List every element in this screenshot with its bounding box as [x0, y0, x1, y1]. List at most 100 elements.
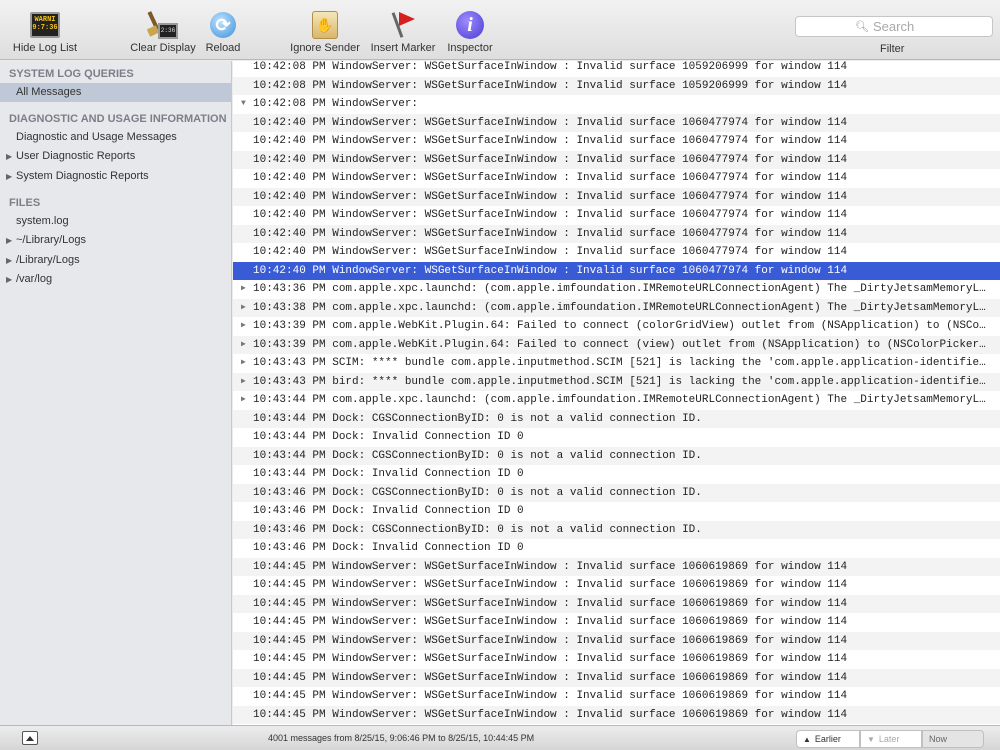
log-row[interactable]: ▼ 10:42:08 PM WindowServer: — [233, 95, 1000, 114]
log-row-text: 10:44:45 PM WindowServer: WSGetSurfaceIn… — [253, 579, 848, 591]
log-row[interactable]: 10:43:44 PM Dock: CGSConnectionByID: 0 i… — [233, 409, 1000, 428]
log-row-text: 10:42:08 PM WindowServer: — [253, 98, 419, 110]
log-row[interactable]: ▶ 10:43:36 PM com.apple.xpc.launchd: (com… — [233, 280, 1000, 299]
diagnostic-header: DIAGNOSTIC AND USAGE INFORMATION — [9, 113, 227, 125]
log-row[interactable]: 10:43:46 PM Dock: Invalid Connection ID … — [233, 502, 1000, 521]
log-row[interactable]: 10:42:40 PM WindowServer: WSGetSurfaceIn… — [233, 169, 1000, 188]
sidebar-item-diagnostic-messages[interactable]: Diagnostic and Usage Messages — [0, 128, 231, 147]
disclosure-closed-icon[interactable]: ▶ — [241, 317, 246, 336]
log-row[interactable]: 10:43:44 PM Dock: CGSConnectionByID: 0 i… — [233, 446, 1000, 465]
log-row[interactable]: 10:43:44 PM Dock: Invalid Connection ID … — [233, 428, 1000, 447]
earlier-label: Earlier — [814, 734, 841, 744]
log-row[interactable]: 10:44:45 PM WindowServer: WSGetSurfaceIn… — [233, 613, 1000, 632]
sidebar-item-var-log[interactable]: ▶ /var/log — [0, 270, 231, 289]
inspector-label: Inspector — [447, 42, 493, 54]
inspector-button[interactable]: i Inspector — [442, 10, 498, 54]
disclosure-triangle-icon[interactable]: ▶ — [6, 270, 12, 289]
log-row[interactable]: 10:44:45 PM WindowServer: WSGetSurfaceIn… — [233, 594, 1000, 613]
log-row-text: 10:43:44 PM Dock: CGSConnectionByID: 0 i… — [253, 449, 702, 462]
log-row-text: 10:43:44 PM Dock: Invalid Connection ID … — [253, 468, 524, 480]
reload-icon: ⟳ — [210, 12, 236, 38]
log-row[interactable]: 10:42:40 PM WindowServer: WSGetSurfaceIn… — [233, 206, 1000, 225]
sidebar-item-user-library-logs[interactable]: ▶ ~/Library/Logs — [0, 231, 231, 250]
ignore-sender-label: Ignore Sender — [290, 42, 360, 54]
search-input[interactable] — [872, 19, 933, 34]
log-row[interactable]: 10:42:40 PM WindowServer: WSGetSurfaceIn… — [233, 150, 1000, 169]
log-row[interactable]: ▶ 10:43:38 PM com.apple.xpc.launchd: (com… — [233, 298, 1000, 318]
log-row[interactable]: 10:42:40 PM WindowServer: WSGetSurfaceIn… — [233, 132, 1000, 151]
log-row[interactable]: 10:43:44 PM Dock: Invalid Connection ID … — [233, 465, 1000, 484]
log-row-text: 10:42:40 PM WindowServer: WSGetSurfaceIn… — [253, 172, 848, 184]
log-row[interactable]: 10:44:45 PM WindowServer: WSGetSurfaceIn… — [233, 576, 1000, 595]
log-row[interactable]: ▶ 10:43:39 PM com.apple.WebKit.Plugin.64:… — [233, 317, 1000, 336]
disclosure-triangle-icon[interactable]: ▶ — [6, 147, 12, 166]
disclosure-open-icon[interactable]: ▼ — [241, 95, 246, 114]
earlier-button[interactable]: ▲ Earlier — [796, 730, 860, 748]
log-row-text: 10:44:45 PM WindowServer: WSGetSurfaceIn… — [253, 634, 848, 647]
log-row-text: 10:43:43 PM SCIM: **** bundle com.apple.… — [253, 357, 986, 369]
sidebar-item-user-reports[interactable]: ▶ User Diagnostic Reports — [0, 147, 231, 166]
disclosure-closed-icon[interactable]: ▶ — [241, 354, 246, 373]
log-row[interactable]: 10:43:46 PM Dock: Invalid Connection ID … — [233, 539, 1000, 558]
console-window: WARNI 9:7:36 Hide Log List 2:36 Clear Di… — [0, 0, 1000, 750]
log-row[interactable]: ▶ 10:43:39 PM com.apple.WebKit.Plugin.64:… — [233, 335, 1000, 355]
sidebar-item-label: System Diagnostic Reports — [16, 170, 149, 182]
log-row[interactable]: 10:43:46 PM Dock: CGSConnectionByID: 0 i… — [233, 520, 1000, 539]
reload-label: Reload — [205, 42, 241, 54]
log-row[interactable]: 10:42:40 PM WindowServer: WSGetSurfaceIn… — [233, 187, 1000, 206]
now-label: Now — [929, 734, 948, 744]
log-row-text: 10:42:08 PM WindowServer: WSGetSurfaceIn… — [253, 79, 848, 92]
search-icon: 🔍︎ — [855, 21, 869, 33]
message-count-status: 4001 messages from 8/25/15, 9:06:46 PM t… — [268, 733, 535, 743]
log-row[interactable]: 10:44:45 PM WindowServer: WSGetSurfaceIn… — [233, 668, 1000, 687]
log-row[interactable]: 10:44:45 PM WindowServer: WSGetSurfaceIn… — [233, 650, 1000, 669]
log-row-text: 10:43:46 PM Dock: Invalid Connection ID … — [253, 505, 524, 517]
log-row-text: 10:42:40 PM WindowServer: WSGetSurfaceIn… — [253, 190, 848, 203]
log-row[interactable]: 10:42:40 PM WindowServer: WSGetSurfaceIn… — [233, 243, 1000, 262]
disclosure-triangle-icon[interactable]: ▶ — [6, 251, 12, 270]
search-field[interactable]: 🔍︎ — [795, 16, 993, 37]
disclosure-closed-icon[interactable]: ▶ — [241, 299, 246, 318]
disclosure-triangle-icon[interactable]: ▶ — [6, 167, 12, 186]
disclosure-closed-icon[interactable]: ▶ — [241, 336, 246, 355]
log-row[interactable]: 10:44:45 PM WindowServer: WSGetSurfaceIn… — [233, 631, 1000, 650]
sidebar-toggle-icon[interactable] — [22, 731, 38, 745]
log-row[interactable]: ▶ 10:43:43 PM bird: **** bundle com.apple… — [233, 372, 1000, 392]
log-row-text: 10:44:45 PM WindowServer: WSGetSurfaceIn… — [253, 616, 848, 628]
log-row[interactable]: 10:43:46 PM Dock: CGSConnectionByID: 0 i… — [233, 483, 1000, 502]
later-label: Later — [878, 734, 900, 744]
sidebar-item-library-logs[interactable]: ▶ /Library/Logs — [0, 251, 231, 270]
hide-log-list-button[interactable]: WARNI 9:7:36 Hide Log List — [8, 10, 82, 54]
insert-marker-button[interactable]: Insert Marker — [367, 10, 439, 54]
status-bar: 4001 messages from 8/25/15, 9:06:46 PM t… — [0, 725, 1000, 750]
disclosure-triangle-icon[interactable]: ▶ — [6, 231, 12, 250]
info-icon: i — [456, 11, 484, 39]
clear-display-button[interactable]: 2:36 Clear Display — [126, 10, 200, 54]
log-row[interactable]: ▶ 10:43:44 PM com.apple.xpc.launchd: (com… — [233, 391, 1000, 410]
log-row-text: 10:44:45 PM WindowServer: WSGetSurfaceIn… — [253, 708, 848, 721]
log-row[interactable]: 10:42:40 PM WindowServer: WSGetSurfaceIn… — [233, 261, 1000, 280]
log-row[interactable]: 10:42:40 PM WindowServer: WSGetSurfaceIn… — [233, 113, 1000, 132]
log-row[interactable]: 10:42:08 PM WindowServer: WSGetSurfaceIn… — [233, 76, 1000, 95]
sidebar-item-all-messages[interactable]: All Messages — [0, 83, 231, 102]
log-message-list[interactable]: 10:42:08 PM WindowServer: WSGetSurfaceIn… — [233, 61, 1000, 725]
reload-button[interactable]: ⟳ Reload — [202, 10, 244, 54]
log-row[interactable]: ▶ 10:43:43 PM SCIM: **** bundle com.apple… — [233, 354, 1000, 373]
log-row-text: 10:43:39 PM com.apple.WebKit.Plugin.64: … — [253, 338, 986, 351]
log-row[interactable]: 10:42:08 PM WindowServer: WSGetSurfaceIn… — [233, 61, 1000, 77]
log-row[interactable]: 10:42:40 PM WindowServer: WSGetSurfaceIn… — [233, 224, 1000, 243]
now-button[interactable]: Now — [922, 730, 984, 748]
log-row-text: 10:42:40 PM WindowServer: WSGetSurfaceIn… — [253, 264, 848, 277]
disclosure-closed-icon[interactable]: ▶ — [241, 373, 246, 392]
sidebar-item-system-log[interactable]: system.log — [0, 212, 231, 231]
log-row[interactable]: 10:44:45 PM WindowServer: WSGetSurfaceIn… — [233, 705, 1000, 724]
ignore-sender-icon: ✋ — [312, 11, 338, 39]
disclosure-closed-icon[interactable]: ▶ — [241, 391, 246, 410]
sidebar-item-system-reports[interactable]: ▶ System Diagnostic Reports — [0, 167, 231, 186]
log-row[interactable]: 10:44:45 PM WindowServer: WSGetSurfaceIn… — [233, 687, 1000, 706]
later-button[interactable]: ▼ Later — [860, 730, 922, 748]
log-row[interactable]: 10:44:45 PM WindowServer: WSGetSurfaceIn… — [233, 557, 1000, 576]
ignore-sender-button[interactable]: ✋ Ignore Sender — [286, 10, 364, 54]
disclosure-closed-icon[interactable]: ▶ — [241, 280, 246, 299]
hide-log-list-label: Hide Log List — [12, 42, 78, 54]
